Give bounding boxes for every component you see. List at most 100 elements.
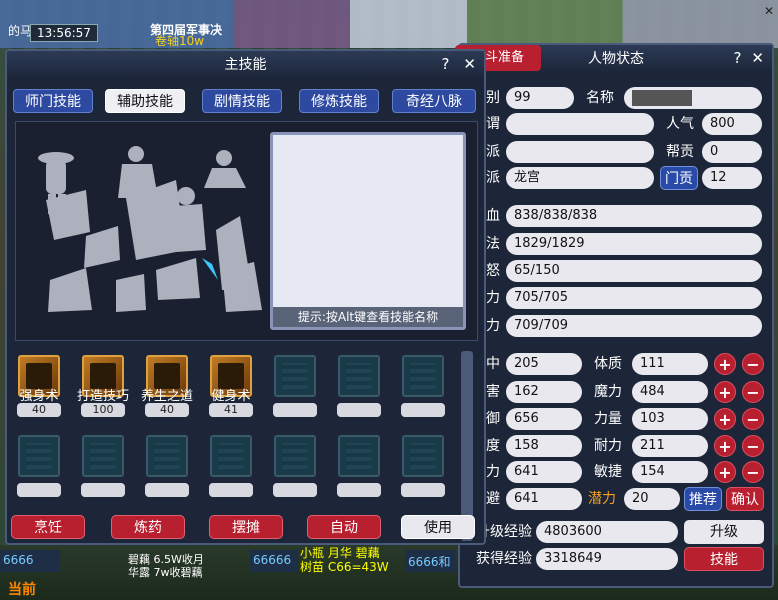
level-value: 99 bbox=[506, 87, 574, 109]
strength-value: 111 bbox=[632, 353, 708, 375]
skill-level-empty bbox=[145, 483, 189, 497]
chat-bubble-left: 碧藕 6.5W收月 华露 7w收碧藕 bbox=[128, 553, 204, 579]
stamina-value: 709/709 bbox=[506, 315, 762, 337]
skill-name: 养生之道 bbox=[140, 389, 193, 404]
empty-slot-pattern bbox=[282, 363, 308, 389]
current-channel-label[interactable]: 当前 bbox=[8, 579, 36, 599]
skill-slot-empty[interactable] bbox=[210, 435, 252, 477]
skill-slot-empty[interactable] bbox=[338, 355, 380, 397]
magic-label: 魔力 bbox=[594, 384, 622, 400]
chat-line: 华露 7w收碧藕 bbox=[128, 566, 203, 579]
anger-value: 65/150 bbox=[506, 260, 762, 282]
damage-value: 162 bbox=[506, 381, 582, 403]
skill-hint-text: 提示:按Alt键查看技能名称 bbox=[273, 307, 463, 327]
bottom-badge-1: 6666 bbox=[0, 550, 60, 572]
agility-value: 154 bbox=[632, 461, 708, 483]
empty-slot-pattern bbox=[154, 443, 180, 469]
confirm-button[interactable]: 确认 bbox=[726, 487, 764, 511]
gain-exp-value: 3318649 bbox=[536, 548, 678, 570]
window-close-icon[interactable]: ✕ bbox=[764, 4, 774, 18]
contribution-value: 0 bbox=[702, 141, 762, 163]
skill-slot-empty[interactable] bbox=[82, 435, 124, 477]
use-button[interactable]: 使用 bbox=[401, 515, 475, 539]
close-icon[interactable]: ✕ bbox=[751, 49, 764, 67]
alchemy-button[interactable]: 炼药 bbox=[111, 515, 185, 539]
empty-slot-pattern bbox=[218, 443, 244, 469]
strength-label: 体质 bbox=[594, 356, 622, 372]
sect-contribution-value: 12 bbox=[702, 167, 762, 189]
mp-value: 1829/1829 bbox=[506, 233, 762, 255]
tab-story-skills[interactable]: 剧情技能 bbox=[202, 89, 282, 113]
chat-line: 小瓶 月华 碧藕 bbox=[300, 546, 380, 560]
skill-level-empty bbox=[337, 403, 381, 417]
upgrade-button[interactable]: 升级 bbox=[684, 520, 764, 544]
title-value[interactable] bbox=[506, 113, 654, 135]
gang-value bbox=[506, 141, 654, 163]
skill-slot-empty[interactable] bbox=[18, 435, 60, 477]
skill-art-panel: 提示:按Alt键查看技能名称 bbox=[15, 121, 478, 341]
agility-plus-button[interactable]: + bbox=[714, 461, 736, 483]
skill-slot-empty[interactable] bbox=[402, 435, 444, 477]
cooking-button[interactable]: 烹饪 bbox=[11, 515, 85, 539]
potential-value: 20 bbox=[624, 488, 680, 510]
help-icon[interactable]: ? bbox=[733, 49, 741, 67]
recommend-button[interactable]: 推荐 bbox=[684, 487, 722, 511]
skill-level-empty bbox=[401, 483, 445, 497]
skill-level-empty bbox=[337, 483, 381, 497]
stall-button[interactable]: 摆摊 bbox=[209, 515, 283, 539]
hp-value: 838/838/838 bbox=[506, 205, 762, 227]
agility-minus-button[interactable]: − bbox=[742, 461, 764, 483]
power-label: 力量 bbox=[594, 411, 622, 427]
hit-value: 205 bbox=[506, 353, 582, 375]
speed-value: 158 bbox=[506, 435, 582, 457]
skill-description-panel: 提示:按Alt键查看技能名称 bbox=[270, 132, 466, 330]
skill-name: 打造技巧 bbox=[76, 389, 129, 404]
tab-cultivation-skills[interactable]: 修炼技能 bbox=[299, 89, 379, 113]
gain-exp-label: 获得经验 bbox=[476, 551, 532, 567]
power-minus-button[interactable]: − bbox=[742, 408, 764, 430]
empty-slot-pattern bbox=[346, 363, 372, 389]
game-scene-top bbox=[0, 0, 778, 48]
empty-slot-pattern bbox=[346, 443, 372, 469]
strength-plus-button[interactable]: + bbox=[714, 353, 736, 375]
skill-list-scrollbar[interactable] bbox=[461, 351, 473, 541]
skill-slot-empty[interactable] bbox=[274, 435, 316, 477]
auto-button[interactable]: 自动 bbox=[307, 515, 381, 539]
tab-assist-skills[interactable]: 辅助技能 bbox=[105, 89, 185, 113]
skill-level-empty bbox=[209, 483, 253, 497]
magic-plus-button[interactable]: + bbox=[714, 381, 736, 403]
skill-level-empty bbox=[273, 403, 317, 417]
character-status-window: 人物状态 ? ✕ 级别 99 名称 称谓 人气 800 帮派 帮贡 0 门派 龙宫… bbox=[458, 43, 774, 588]
endurance-minus-button[interactable]: − bbox=[742, 435, 764, 457]
skill-slot-empty[interactable] bbox=[338, 435, 380, 477]
name-value bbox=[624, 87, 762, 109]
power-plus-button[interactable]: + bbox=[714, 408, 736, 430]
chat-line: 树苗 C66=43W bbox=[300, 560, 389, 574]
sect-contribution-button[interactable]: 门贡 bbox=[660, 166, 698, 190]
tab-meridians[interactable]: 奇经八脉 bbox=[392, 89, 476, 113]
help-icon[interactable]: ? bbox=[441, 55, 449, 73]
skill-level-empty bbox=[401, 403, 445, 417]
tab-school-skills[interactable]: 师门技能 bbox=[13, 89, 93, 113]
banner-subtext: 卷轴10w bbox=[155, 34, 205, 48]
empty-slot-pattern bbox=[90, 443, 116, 469]
censored-name bbox=[632, 90, 692, 106]
empty-slot-pattern bbox=[26, 443, 52, 469]
endurance-plus-button[interactable]: + bbox=[714, 435, 736, 457]
endurance-label: 耐力 bbox=[594, 438, 622, 454]
skill-slot-empty[interactable] bbox=[402, 355, 444, 397]
skills-button[interactable]: 技能 bbox=[684, 547, 764, 571]
sect-value: 龙宫 bbox=[506, 167, 654, 189]
skill-slot-empty[interactable] bbox=[274, 355, 316, 397]
popularity-value: 800 bbox=[702, 113, 762, 135]
upgrade-exp-value: 4803600 bbox=[536, 521, 678, 543]
strength-minus-button[interactable]: − bbox=[742, 353, 764, 375]
close-icon[interactable]: ✕ bbox=[463, 55, 476, 73]
name-label: 名称 bbox=[586, 90, 614, 106]
potential-label: 潜力 bbox=[588, 491, 616, 507]
magic-minus-button[interactable]: − bbox=[742, 381, 764, 403]
skill-level-empty bbox=[17, 483, 61, 497]
skill-name: 强身术 bbox=[19, 389, 59, 404]
skill-slot-empty[interactable] bbox=[146, 435, 188, 477]
bottom-badge-3: 6666和 bbox=[405, 550, 455, 572]
